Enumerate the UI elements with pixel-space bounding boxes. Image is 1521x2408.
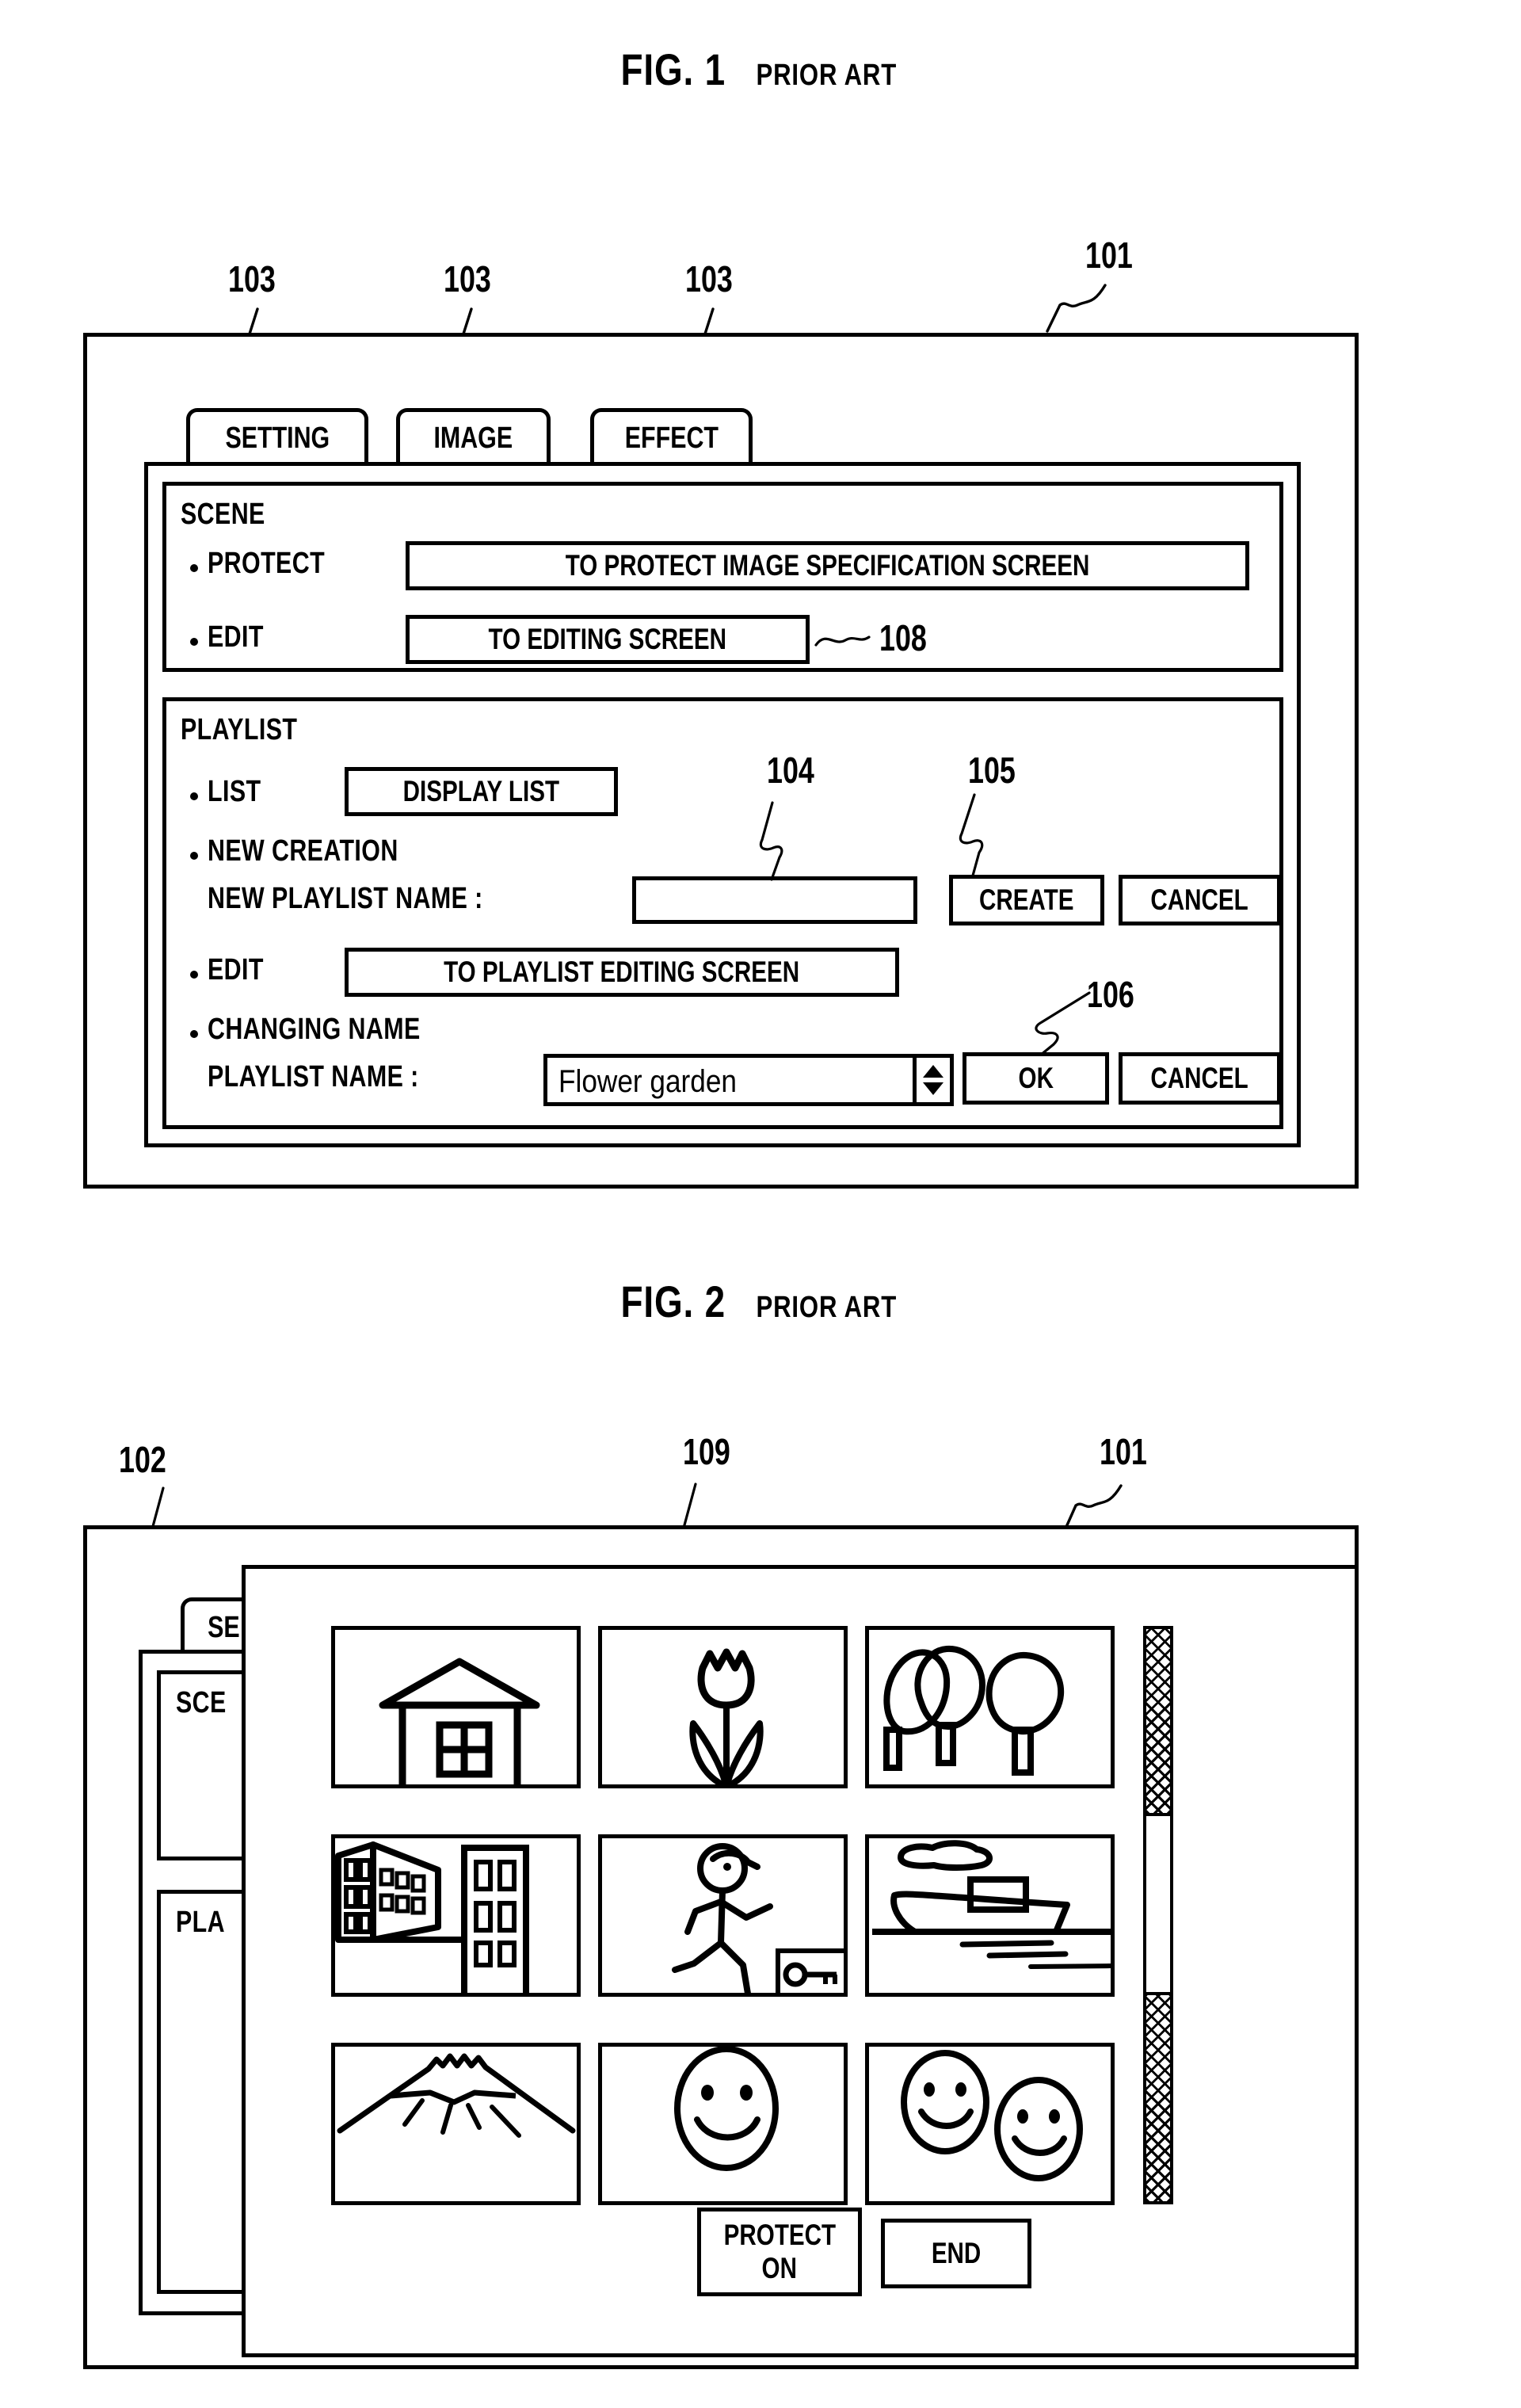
fig1-subtitle: PRIOR ART — [756, 59, 897, 92]
playlist-name-value: Flower garden — [558, 1064, 738, 1099]
triangle-up-icon[interactable] — [923, 1065, 943, 1078]
thumbnail-boat[interactable] — [865, 1834, 1115, 1997]
display-list-label: DISPLAY LIST — [402, 775, 560, 807]
thumbnail-running-person[interactable] — [598, 1834, 848, 1997]
create-button[interactable]: CREATE — [949, 875, 1104, 925]
ok-cancel-button[interactable]: CANCEL — [1119, 1052, 1281, 1105]
thumbnail-two-smileys[interactable] — [865, 2043, 1115, 2205]
scene-edit-bullet — [190, 638, 198, 646]
boat-icon — [872, 1840, 1111, 1969]
two-smiley-faces-icon — [901, 2050, 1083, 2181]
scrollbar-track-upper[interactable] — [1146, 1629, 1170, 1813]
scene-protect-bullet — [190, 564, 198, 572]
end-button-label: END — [931, 2237, 982, 2269]
ref-106: 106 — [1087, 974, 1134, 1015]
tab-effect-label: EFFECT — [624, 422, 719, 455]
ref2-109: 109 — [683, 1431, 730, 1472]
thumbnail-house[interactable] — [331, 1626, 581, 1788]
ref-104: 104 — [767, 750, 814, 791]
playlist-name-label: PLAYLIST NAME : — [208, 1060, 419, 1093]
fig2-subtitle: PRIOR ART — [756, 1291, 897, 1324]
thumbnail-tulip[interactable] — [598, 1626, 848, 1788]
ref-105: 105 — [968, 750, 1016, 791]
create-cancel-button-label: CANCEL — [1150, 883, 1249, 916]
protect-on-button[interactable]: PROTECT ON — [697, 2208, 862, 2296]
key-icon — [776, 1948, 844, 1993]
to-protect-image-specification-screen-button[interactable]: TO PROTECT IMAGE SPECIFICATION SCREEN — [406, 541, 1249, 590]
ref2-101: 101 — [1100, 1431, 1147, 1472]
scene-protect-label: PROTECT — [208, 547, 326, 580]
playlist-edit-bullet — [190, 971, 198, 979]
protect-on-button-label-line1: PROTECT — [723, 2219, 836, 2251]
mountain-icon — [337, 2053, 576, 2138]
tab-setting[interactable]: SETTING — [186, 408, 368, 465]
playlist-name-stepper[interactable] — [913, 1054, 954, 1106]
new-playlist-name-input[interactable] — [632, 876, 917, 924]
thumbnail-buildings[interactable] — [331, 1834, 581, 1997]
playlist-list-bullet — [190, 792, 198, 800]
ref-101: 101 — [1085, 235, 1133, 276]
to-playlist-editing-screen-label: TO PLAYLIST EDITING SCREEN — [444, 956, 800, 988]
fig1-title: FIG. 1 — [620, 44, 726, 94]
thumbnail-smiley[interactable] — [598, 2043, 848, 2205]
scrollbar-thumb[interactable] — [1146, 1813, 1170, 1995]
to-editing-screen-label: TO EDITING SCREEN — [488, 623, 727, 655]
create-cancel-button[interactable]: CANCEL — [1119, 875, 1281, 925]
fig2-title-block: FIG. 2 PRIOR ART — [0, 1276, 1521, 1327]
ref2-102: 102 — [119, 1439, 166, 1480]
trees-icon — [883, 1645, 1065, 1776]
to-editing-screen-button[interactable]: TO EDITING SCREEN — [406, 615, 810, 664]
playlist-name-input[interactable]: Flower garden — [543, 1054, 917, 1106]
playlist-edit-label: EDIT — [208, 953, 264, 986]
thumbnail-mountain[interactable] — [331, 2043, 581, 2205]
fig1-title-block: FIG. 1 PRIOR ART — [0, 44, 1521, 95]
tulip-icon — [689, 1648, 764, 1784]
tab-image-label: IMAGE — [433, 422, 513, 455]
tab-image[interactable]: IMAGE — [396, 408, 551, 465]
end-button[interactable]: END — [881, 2219, 1031, 2288]
playlist-changing-name-bullet — [190, 1030, 198, 1038]
playlist-list-label: LIST — [208, 775, 261, 808]
smiley-face-icon — [674, 2047, 779, 2171]
scrollbar-track-lower[interactable] — [1146, 1995, 1170, 2201]
to-protect-image-specification-screen-label: TO PROTECT IMAGE SPECIFICATION SCREEN — [565, 549, 1090, 582]
to-playlist-editing-screen-button[interactable]: TO PLAYLIST EDITING SCREEN — [345, 948, 899, 997]
running-person-icon — [672, 1843, 844, 1993]
fig2-bg-playlist-heading: PLA — [176, 1906, 225, 1939]
triangle-down-icon[interactable] — [923, 1082, 943, 1095]
fig2-bg-tab-setting-label: SE — [208, 1611, 240, 1644]
leader-line-101 — [1046, 284, 1107, 333]
new-playlist-name-label: NEW PLAYLIST NAME : — [208, 882, 483, 915]
ok-cancel-button-label: CANCEL — [1150, 1062, 1249, 1094]
playlist-changing-name-label: CHANGING NAME — [208, 1013, 421, 1046]
fig2-title: FIG. 2 — [620, 1277, 726, 1326]
playlist-new-creation-bullet — [190, 852, 198, 860]
ref-103-c: 103 — [685, 258, 733, 300]
house-icon — [379, 1658, 540, 1784]
playlist-heading: PLAYLIST — [181, 713, 298, 746]
tab-setting-label: SETTING — [225, 422, 330, 455]
fig2-bg-scene-heading: SCE — [176, 1686, 227, 1719]
ref-103-a: 103 — [228, 258, 276, 300]
ref-103-b: 103 — [444, 258, 491, 300]
vertical-scrollbar[interactable] — [1143, 1626, 1173, 2204]
tab-effect[interactable]: EFFECT — [590, 408, 753, 465]
protect-on-button-label-line2: ON — [761, 2252, 798, 2284]
ref-108: 108 — [879, 617, 927, 658]
buildings-icon — [335, 1841, 529, 1993]
create-button-label: CREATE — [979, 883, 1074, 916]
scene-heading: SCENE — [181, 498, 265, 531]
display-list-button[interactable]: DISPLAY LIST — [345, 767, 618, 816]
playlist-new-creation-label: NEW CREATION — [208, 834, 398, 868]
scene-edit-label: EDIT — [208, 620, 264, 654]
ok-button[interactable]: OK — [963, 1052, 1109, 1105]
thumbnail-trees[interactable] — [865, 1626, 1115, 1788]
ok-button-label: OK — [1018, 1062, 1054, 1094]
